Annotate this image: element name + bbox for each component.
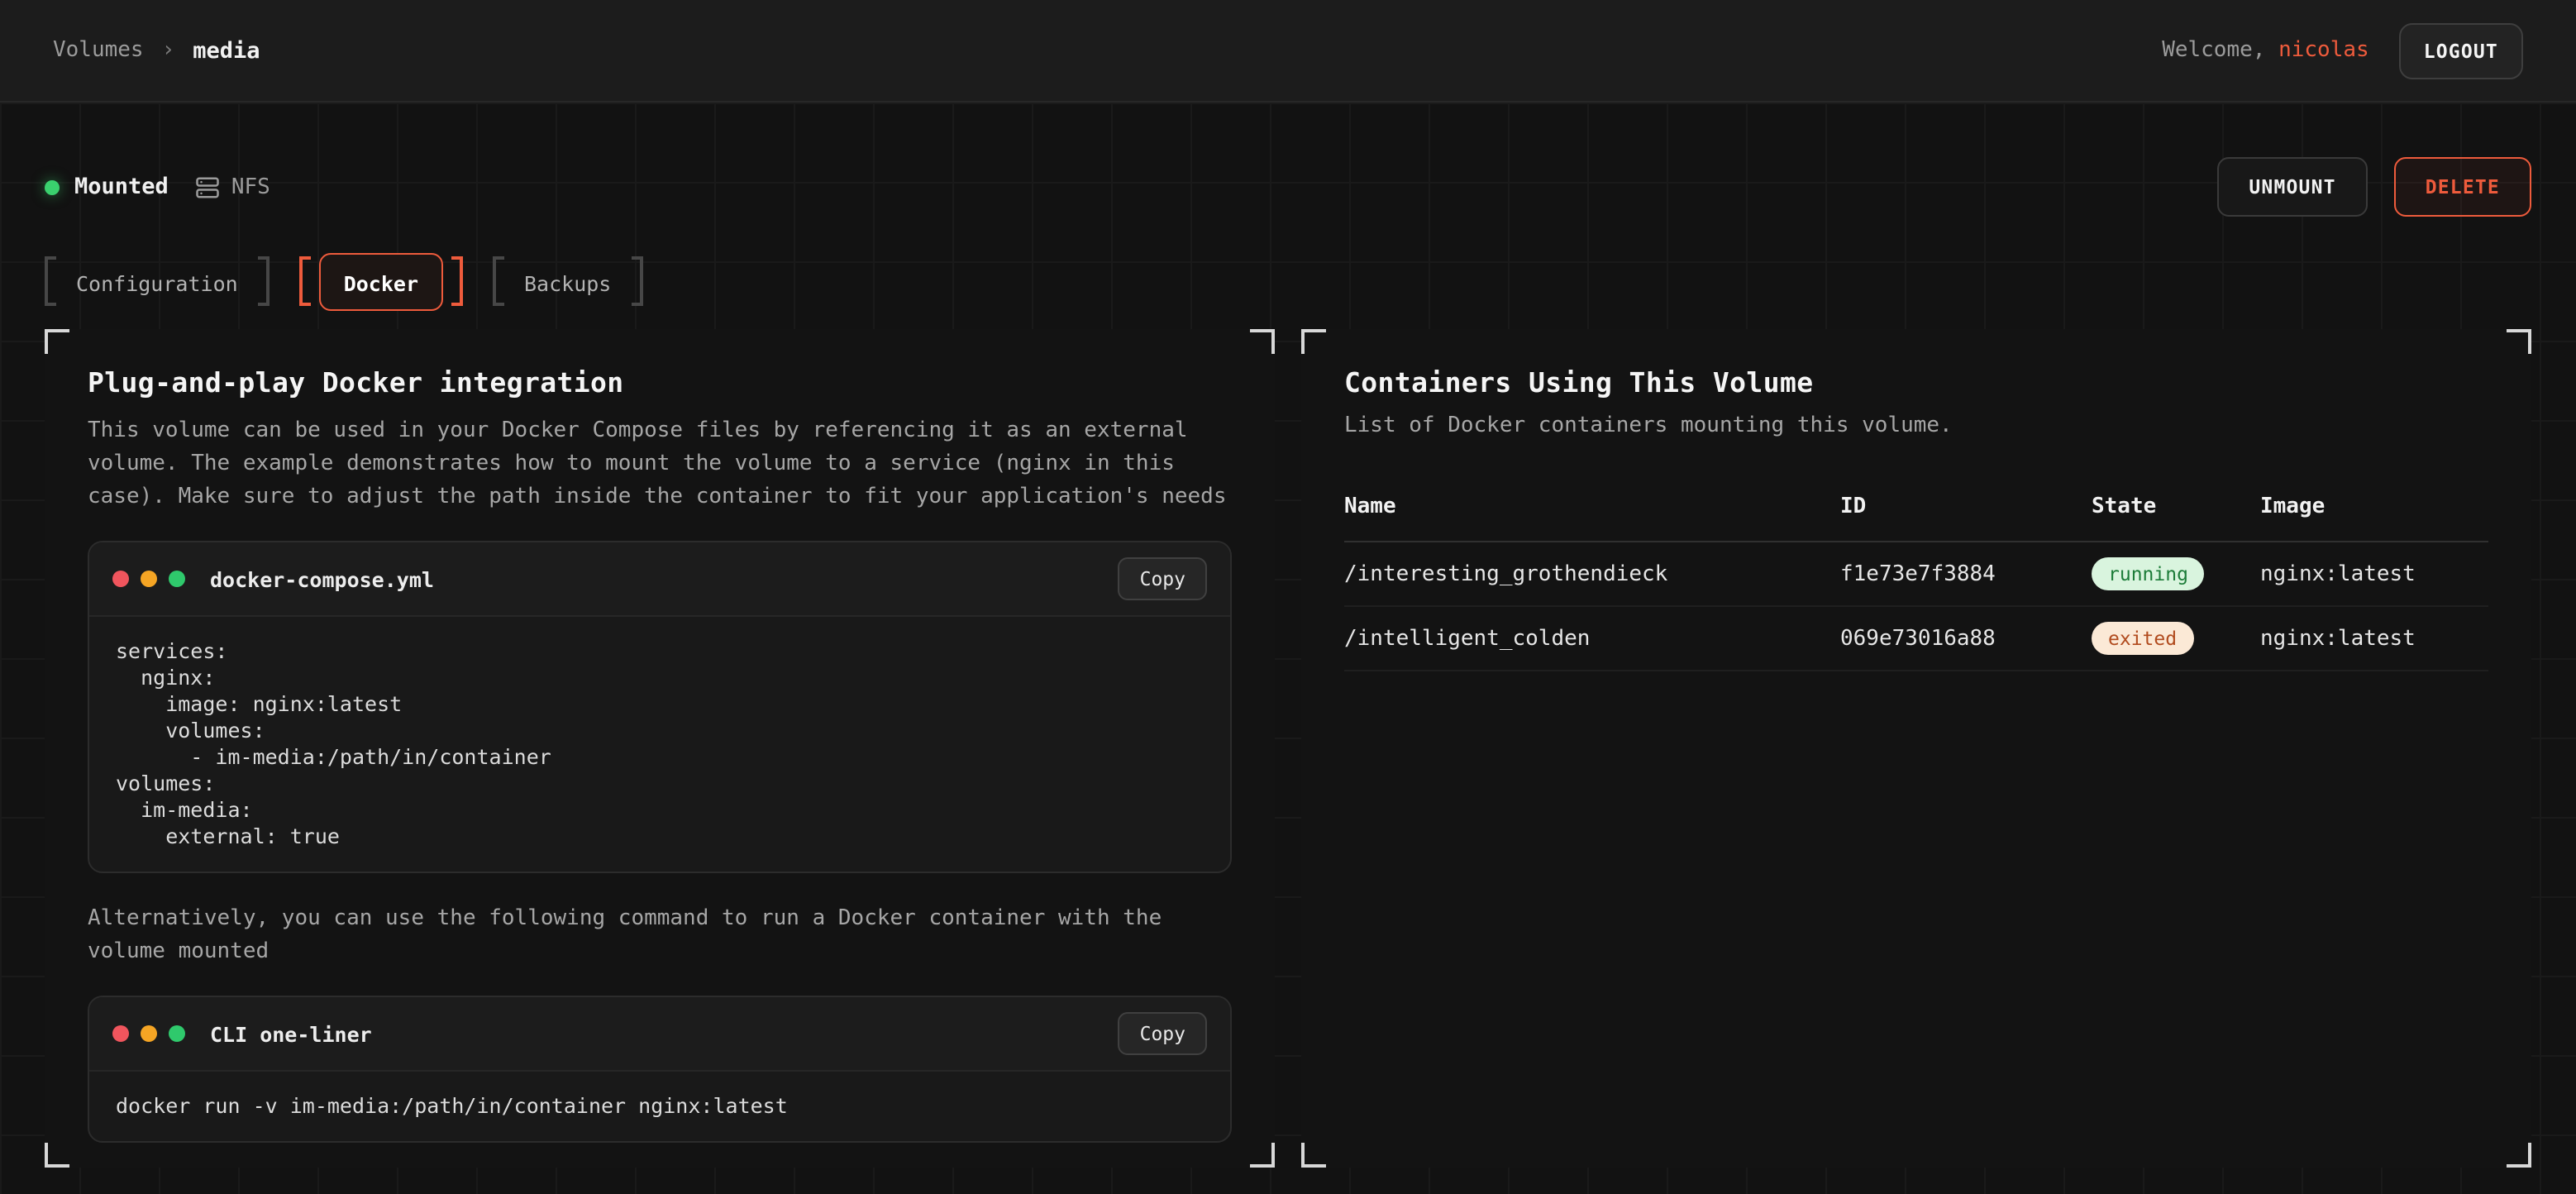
username: nicolas: [2278, 38, 2369, 63]
bracket-left-icon: [493, 256, 504, 306]
copy-cli-button[interactable]: Copy: [1119, 1012, 1207, 1055]
state-badge: exited: [2092, 622, 2193, 655]
traffic-light-red-icon: [112, 1025, 129, 1042]
panel-corner-icon: [45, 329, 69, 354]
code-card-header: docker-compose.yml Copy: [89, 542, 1230, 617]
table-header-row: Name ID State Image: [1344, 478, 2488, 542]
breadcrumb-current: media: [193, 37, 260, 64]
welcome-prefix: Welcome,: [2162, 38, 2265, 63]
column-header-state: State: [2092, 494, 2260, 519]
container-name: /interesting_grothendieck: [1344, 561, 1840, 586]
delete-button[interactable]: DELETE: [2394, 157, 2531, 217]
state-badge: running: [2092, 557, 2205, 590]
tab-backups[interactable]: Backups: [493, 256, 642, 306]
panel-corner-icon: [1301, 329, 1326, 354]
traffic-light-red-icon: [112, 571, 129, 587]
main-content: Mounted NFS UNMOUNT DELETE Configuration: [0, 103, 2576, 1194]
server-icon: [195, 174, 220, 199]
container-image: nginx:latest: [2260, 561, 2488, 586]
table-row: /intelligent_colden 069e73016a88 exited …: [1344, 607, 2488, 671]
container-image: nginx:latest: [2260, 626, 2488, 651]
chevron-right-icon: ›: [162, 38, 175, 63]
copy-compose-button[interactable]: Copy: [1119, 557, 1207, 600]
code-filename: CLI one-liner: [210, 1021, 372, 1046]
tab-label: Configuration: [76, 270, 238, 295]
status-row: Mounted NFS UNMOUNT DELETE: [45, 103, 2531, 217]
topbar-right: Welcome, nicolas LOGOUT: [2162, 22, 2523, 79]
panel-title: Containers Using This Volume: [1344, 367, 2488, 399]
panel-title: Plug-and-play Docker integration: [88, 367, 1232, 399]
logout-button[interactable]: LOGOUT: [2399, 22, 2523, 79]
driver-label: NFS: [231, 174, 270, 199]
panel-corner-icon: [1301, 1143, 1326, 1168]
breadcrumb: Volumes › media: [53, 37, 260, 64]
traffic-light-green-icon: [169, 571, 185, 587]
panel-description: This volume can be used in your Docker C…: [88, 415, 1232, 514]
cli-code-card: CLI one-liner Copy docker run -v im-medi…: [88, 996, 1232, 1143]
code-filename: docker-compose.yml: [210, 566, 434, 591]
panel-corner-icon: [1250, 1143, 1275, 1168]
bracket-right-icon: [258, 256, 270, 306]
docker-integration-panel: Plug-and-play Docker integration This vo…: [45, 329, 1275, 1168]
volume-actions: UNMOUNT DELETE: [2217, 157, 2531, 217]
cli-code: docker run -v im-media:/path/in/containe…: [89, 1072, 1230, 1141]
compose-code: services: nginx: image: nginx:latest vol…: [89, 617, 1230, 872]
driver-info: NFS: [195, 174, 270, 199]
traffic-light-green-icon: [169, 1025, 185, 1042]
breadcrumb-volumes-link[interactable]: Volumes: [53, 38, 144, 63]
panel-corner-icon: [45, 1143, 69, 1168]
unmount-button[interactable]: UNMOUNT: [2217, 157, 2367, 217]
bracket-left-icon: [45, 256, 56, 306]
tab-label: Docker: [344, 270, 418, 295]
top-bar: Volumes › media Welcome, nicolas LOGOUT: [0, 0, 2576, 103]
traffic-lights: [112, 1025, 185, 1042]
panel-corner-icon: [1250, 329, 1275, 354]
panel-corner-icon: [2507, 1143, 2531, 1168]
bracket-right-icon: [451, 256, 463, 306]
containers-panel: Containers Using This Volume List of Doc…: [1301, 329, 2531, 1168]
containers-table: Name ID State Image /interesting_grothen…: [1344, 478, 2488, 671]
bracket-left-icon: [299, 256, 311, 306]
traffic-light-amber-icon: [141, 571, 157, 587]
panel-corner-icon: [2507, 329, 2531, 354]
welcome-text: Welcome, nicolas: [2162, 38, 2369, 63]
tab-bar: Configuration Docker Backups: [45, 253, 2531, 309]
container-id: 069e73016a88: [1840, 626, 2092, 651]
column-header-name: Name: [1344, 494, 1840, 519]
container-id: f1e73e7f3884: [1840, 561, 2092, 586]
table-row: /interesting_grothendieck f1e73e7f3884 r…: [1344, 542, 2488, 607]
app-window: Volumes › media Welcome, nicolas LOGOUT …: [0, 0, 2576, 1194]
bracket-right-icon: [631, 256, 642, 306]
panels: Plug-and-play Docker integration This vo…: [45, 329, 2531, 1168]
container-name: /intelligent_colden: [1344, 626, 1840, 651]
column-header-id: ID: [1840, 494, 2092, 519]
column-header-image: Image: [2260, 494, 2488, 519]
traffic-lights: [112, 571, 185, 587]
traffic-light-amber-icon: [141, 1025, 157, 1042]
cli-intro-text: Alternatively, you can use the following…: [88, 903, 1232, 969]
tab-docker[interactable]: Docker: [299, 252, 463, 310]
tab-configuration[interactable]: Configuration: [45, 256, 270, 306]
compose-code-card: docker-compose.yml Copy services: nginx:…: [88, 541, 1232, 873]
mounted-status-label: Mounted: [74, 174, 169, 200]
panel-subtitle: List of Docker containers mounting this …: [1344, 413, 2488, 438]
code-card-header: CLI one-liner Copy: [89, 997, 1230, 1072]
tab-label: Backups: [524, 270, 611, 295]
mounted-status-dot-icon: [45, 179, 60, 194]
